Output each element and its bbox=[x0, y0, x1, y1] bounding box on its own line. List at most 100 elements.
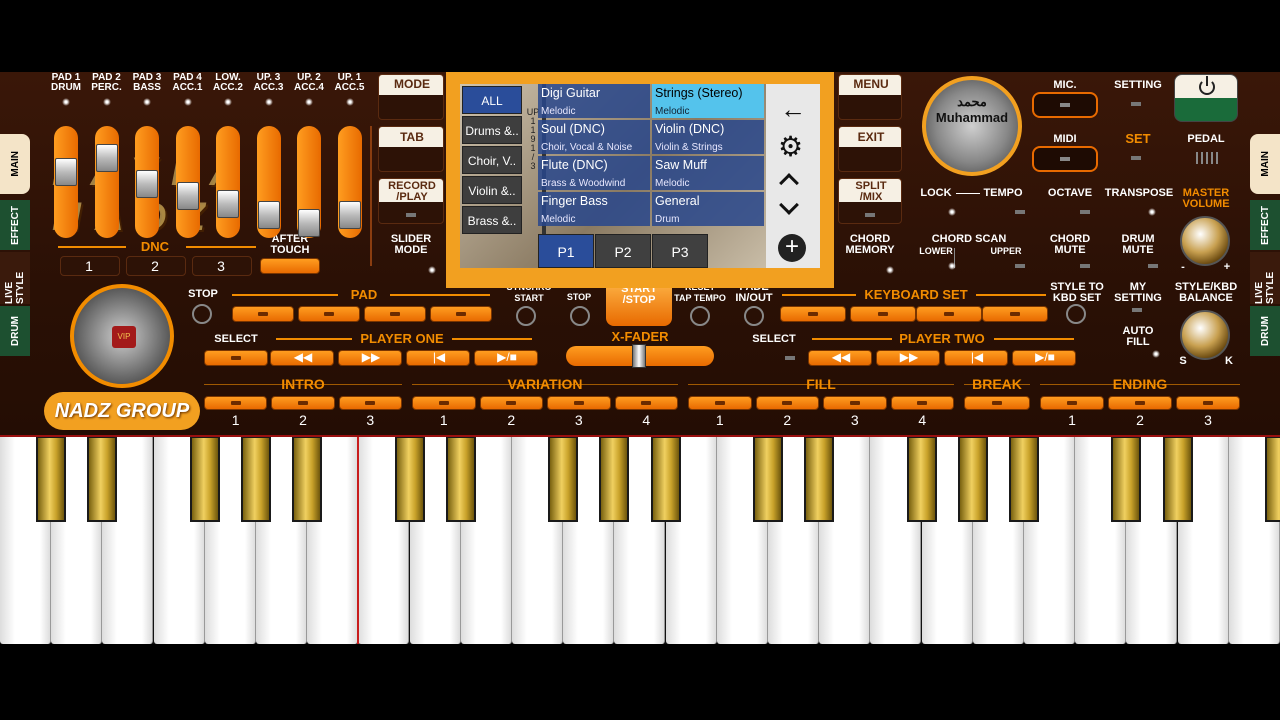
chevron-down-icon[interactable] bbox=[779, 195, 799, 215]
right-tab-effect[interactable]: EFFECT bbox=[1250, 200, 1280, 250]
pad-slider-track[interactable] bbox=[94, 126, 119, 238]
xfader-knob[interactable] bbox=[632, 344, 646, 368]
player-one-control-button[interactable]: ◀◀ bbox=[270, 350, 334, 366]
power-button[interactable] bbox=[1174, 74, 1238, 122]
dnc-button-2[interactable]: 2 bbox=[126, 256, 186, 276]
keyboard-set-3[interactable] bbox=[916, 306, 982, 322]
black-key[interactable] bbox=[395, 436, 425, 522]
right-tab-main[interactable]: MAIN bbox=[1250, 134, 1280, 194]
category-button[interactable]: Choir, V.. bbox=[462, 146, 522, 174]
right-tab-drum[interactable]: DRUM bbox=[1250, 306, 1280, 356]
black-key[interactable] bbox=[190, 436, 220, 522]
sound-cell[interactable]: Flute (DNC) Brass & Woodwind bbox=[538, 156, 650, 190]
black-key[interactable] bbox=[1111, 436, 1141, 522]
pad-slider-knob[interactable] bbox=[298, 209, 320, 237]
sound-cell[interactable]: Digi Guitar Melodic bbox=[538, 84, 650, 118]
pad-slider-track[interactable] bbox=[216, 126, 240, 238]
pad-slider-knob[interactable] bbox=[55, 158, 77, 186]
after-touch-button[interactable] bbox=[260, 258, 320, 274]
side-tab-live-style[interactable]: LIVE STYLE bbox=[0, 252, 30, 304]
black-key[interactable] bbox=[292, 436, 322, 522]
pad-stop-icon[interactable] bbox=[192, 304, 212, 324]
black-key[interactable] bbox=[36, 436, 66, 522]
category-button[interactable]: Drums &.. bbox=[462, 116, 522, 144]
balance-knob[interactable] bbox=[1180, 310, 1230, 360]
record-play-button[interactable]: RECORD /PLAY bbox=[378, 178, 444, 224]
style-section-button[interactable] bbox=[1108, 396, 1172, 410]
black-key[interactable] bbox=[548, 436, 578, 522]
split-mix-button[interactable]: SPLIT /MIX bbox=[838, 178, 902, 224]
side-tab-effect[interactable]: EFFECT bbox=[0, 200, 30, 250]
sound-cell[interactable]: Finger Bass Melodic bbox=[538, 192, 650, 226]
xfader-slider[interactable] bbox=[566, 344, 714, 368]
black-key[interactable] bbox=[241, 436, 271, 522]
style-section-button[interactable] bbox=[823, 396, 887, 410]
lock-led[interactable] bbox=[948, 208, 956, 216]
page-button[interactable]: P2 bbox=[595, 234, 651, 268]
black-key[interactable] bbox=[87, 436, 117, 522]
page-button[interactable]: P3 bbox=[652, 234, 708, 268]
style-to-kbd-icon[interactable] bbox=[1066, 304, 1086, 324]
add-sound-icon[interactable]: + bbox=[778, 234, 806, 262]
pad-slider-knob[interactable] bbox=[136, 170, 158, 198]
style-section-button[interactable] bbox=[412, 396, 476, 410]
style-section-button[interactable] bbox=[1040, 396, 1104, 410]
mic-button[interactable] bbox=[1032, 92, 1098, 118]
pad-slider-knob[interactable] bbox=[95, 144, 118, 172]
player-two-control-button[interactable]: ▶/■ bbox=[1012, 350, 1076, 366]
black-key[interactable] bbox=[907, 436, 937, 522]
category-button[interactable]: Violin &.. bbox=[462, 176, 522, 204]
pad-slider-knob[interactable] bbox=[257, 201, 280, 229]
sound-cell[interactable]: General Drum bbox=[652, 192, 764, 226]
style-section-button[interactable] bbox=[688, 396, 752, 410]
gear-icon[interactable]: ⚙ bbox=[778, 132, 803, 162]
player-two-control-button[interactable]: ◀◀ bbox=[808, 350, 872, 366]
style-section-button[interactable] bbox=[755, 396, 819, 410]
style-section-button[interactable] bbox=[614, 396, 678, 410]
page-button[interactable]: P1 bbox=[538, 234, 594, 268]
black-key[interactable] bbox=[958, 436, 988, 522]
black-key[interactable] bbox=[651, 436, 681, 522]
setting-led[interactable] bbox=[1131, 102, 1141, 106]
lower-led[interactable] bbox=[948, 262, 956, 270]
pad-slider-knob[interactable] bbox=[338, 201, 361, 229]
dnc-button-1[interactable]: 1 bbox=[60, 256, 120, 276]
slider-mode-button[interactable]: SLIDER MODE bbox=[378, 230, 444, 276]
master-volume-knob[interactable] bbox=[1180, 216, 1230, 266]
sound-cell[interactable]: Strings (Stereo) Melodic bbox=[652, 84, 764, 118]
tap-tempo-icon[interactable] bbox=[690, 306, 710, 326]
auto-fill-led[interactable] bbox=[1152, 350, 1160, 358]
black-key[interactable] bbox=[1009, 436, 1039, 522]
category-button[interactable]: Brass &.. bbox=[462, 206, 522, 234]
tempo-led[interactable] bbox=[1015, 210, 1025, 214]
player-two-control-button[interactable]: ▶▶ bbox=[876, 350, 940, 366]
sound-cell[interactable]: Soul (DNC) Choir, Vocal & Noise bbox=[538, 120, 650, 154]
back-arrow-icon[interactable]: ← bbox=[780, 96, 806, 122]
chord-memory-button[interactable]: CHORD MEMORY bbox=[838, 230, 902, 276]
style-section-button[interactable] bbox=[547, 396, 611, 410]
set-led[interactable] bbox=[1131, 156, 1141, 160]
transpose-led[interactable] bbox=[1148, 208, 1156, 216]
pedal-grip[interactable] bbox=[1196, 152, 1218, 164]
black-key[interactable] bbox=[446, 436, 476, 522]
pad-button-4[interactable] bbox=[430, 306, 492, 322]
pad-slider-knob[interactable] bbox=[217, 190, 239, 218]
style-section-button[interactable] bbox=[890, 396, 954, 410]
upper-led[interactable] bbox=[1015, 264, 1025, 268]
player-two-control-button[interactable]: |◀ bbox=[944, 350, 1008, 366]
dnc-button-3[interactable]: 3 bbox=[192, 256, 252, 276]
category-button[interactable]: ALL bbox=[462, 86, 522, 114]
sync-stop-icon[interactable] bbox=[570, 306, 590, 326]
menu-button[interactable]: MENU bbox=[838, 74, 902, 120]
octave-led[interactable] bbox=[1080, 210, 1090, 214]
chevron-up-icon[interactable] bbox=[779, 173, 799, 193]
black-key[interactable] bbox=[753, 436, 783, 522]
chord-mute-led[interactable] bbox=[1080, 264, 1090, 268]
black-key[interactable] bbox=[599, 436, 629, 522]
side-tab-drum[interactable]: DRUM bbox=[0, 306, 30, 356]
user-avatar[interactable]: محمد Muhammad bbox=[922, 76, 1022, 176]
pad-button-1[interactable] bbox=[232, 306, 294, 322]
style-section-button[interactable] bbox=[479, 396, 543, 410]
right-tab-live-style[interactable]: LIVE STYLE bbox=[1250, 252, 1280, 304]
sound-cell[interactable]: Violin (DNC) Violin & Strings bbox=[652, 120, 764, 154]
